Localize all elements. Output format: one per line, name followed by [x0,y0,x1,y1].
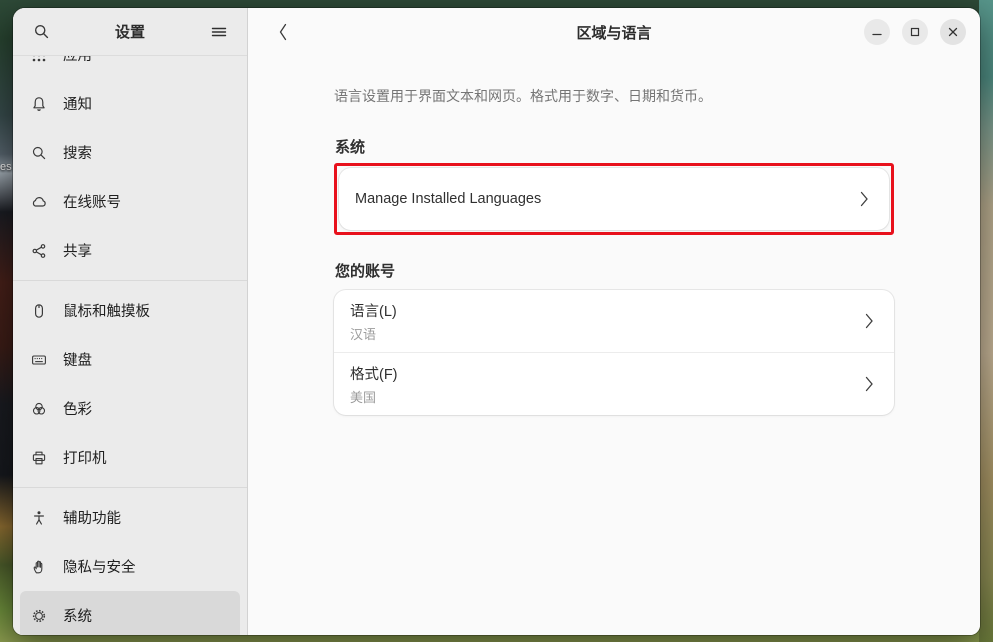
sidebar-item-label: 共享 [63,240,92,261]
gear-icon [31,608,47,624]
bell-icon [31,96,47,112]
page-description: 语言设置用于界面文本和网页。格式用于数字、日期和货币。 [334,86,894,106]
chevron-right-icon [865,313,874,329]
sidebar-item-online-accounts[interactable]: 在线账号 [20,177,240,226]
sidebar-item-privacy-security[interactable]: 隐私与安全 [20,542,240,591]
hamburger-menu-icon [211,24,227,40]
chevron-right-icon [865,376,874,392]
maximize-icon [909,26,921,38]
main-header: 区域与语言 [248,8,980,56]
printer-icon [31,450,47,466]
sidebar-item-printers[interactable]: 打印机 [20,433,240,482]
sidebar-item-mouse-touchpad[interactable]: 鼠标和触摸板 [20,286,240,335]
apps-grid-icon [31,56,47,63]
main-panel: 区域与语言 语言设置用于界面文本和网页。格式用于数字、日期和货币。 系统 [248,8,980,635]
manage-installed-languages-row[interactable]: Manage Installed Languages [339,168,889,230]
sidebar-item-label: 在线账号 [63,191,121,212]
close-icon [947,26,959,38]
row-value: 汉语 [350,324,397,343]
region-language-content: 语言设置用于界面文本和网页。格式用于数字、日期和货币。 系统 Manage In… [248,56,980,635]
sidebar-item-keyboard[interactable]: 键盘 [20,335,240,384]
sidebar-item-color[interactable]: 色彩 [20,384,240,433]
window-controls [864,19,966,45]
hand-icon [31,559,47,575]
sidebar-item-label: 通知 [63,93,92,114]
sidebar-item-label: 系统 [63,605,92,626]
sidebar-item-label: 色彩 [63,398,92,419]
settings-window: 设置 应用 通知 搜索 在线账号 [13,8,980,635]
sidebar-header: 设置 [13,8,247,56]
main-menu-button[interactable] [203,16,235,48]
sidebar-item-system[interactable]: 系统 [20,591,240,635]
row-title: Manage Installed Languages [355,191,541,207]
back-button[interactable] [268,16,298,48]
maximize-button[interactable] [902,19,928,45]
mouse-icon [31,303,47,319]
chevron-right-icon [860,191,869,207]
section-title-system: 系统 [335,136,894,157]
minimize-icon [871,26,883,38]
sidebar-item-label: 鼠标和触摸板 [63,300,150,321]
desktop-icon-label-fragment: es [0,161,12,173]
sidebar-item-sharing[interactable]: 共享 [20,226,240,275]
row-value: 美国 [350,387,398,406]
sidebar-item-accessibility[interactable]: 辅助功能 [20,493,240,542]
close-button[interactable] [940,19,966,45]
sidebar-item-notifications[interactable]: 通知 [20,79,240,128]
section-title-your-account: 您的账号 [335,260,894,281]
account-language-card: 语言(L) 汉语 格式(F) 美国 [334,290,894,415]
color-icon [31,401,47,417]
sidebar-search-button[interactable] [25,16,57,48]
keyboard-icon [31,352,47,368]
sidebar-item-label: 辅助功能 [63,507,121,528]
share-icon [31,243,47,259]
sidebar-nav: 应用 通知 搜索 在线账号 共享 鼠标和触摸板 [13,56,247,635]
row-title: 格式(F) [350,363,398,384]
formats-row[interactable]: 格式(F) 美国 [334,353,894,415]
sidebar-item-label: 隐私与安全 [63,556,136,577]
sidebar-divider [13,280,247,281]
sidebar: 设置 应用 通知 搜索 在线账号 [13,8,248,635]
highlight-annotation-box: Manage Installed Languages [334,163,894,235]
search-icon [31,145,47,161]
accessibility-icon [31,510,47,526]
sidebar-item-search[interactable]: 搜索 [20,128,240,177]
cloud-icon [31,194,47,210]
language-row[interactable]: 语言(L) 汉语 [334,290,894,352]
sidebar-item-apps[interactable]: 应用 [20,56,240,79]
sidebar-item-label: 打印机 [63,447,107,468]
sidebar-divider [13,487,247,488]
minimize-button[interactable] [864,19,890,45]
row-title: 语言(L) [350,300,397,321]
desktop-background-strip [979,0,993,642]
system-languages-card: Manage Installed Languages [339,168,889,230]
search-icon [33,23,50,40]
sidebar-item-label: 搜索 [63,142,92,163]
sidebar-item-label: 应用 [63,56,92,65]
chevron-left-icon [277,22,289,42]
sidebar-item-label: 键盘 [63,349,92,370]
